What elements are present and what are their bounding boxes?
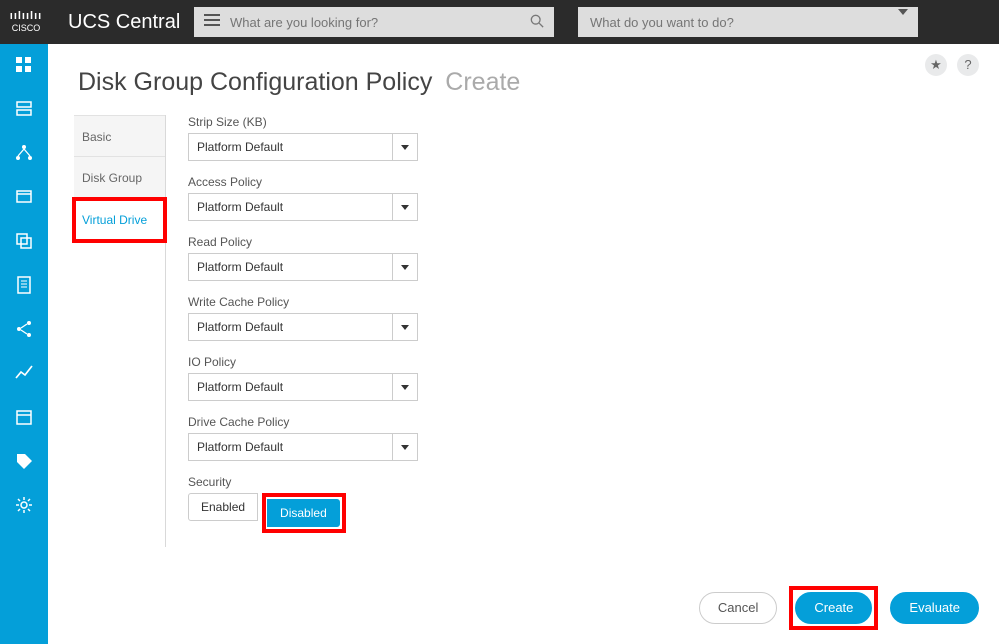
- select-drive-cache-value: Platform Default: [189, 434, 393, 460]
- side-tabs: Basic Disk Group Virtual Drive: [74, 115, 166, 547]
- select-write-cache[interactable]: Platform Default: [188, 313, 418, 341]
- page-title-text: Disk Group Configuration Policy: [78, 68, 432, 96]
- hamburger-icon[interactable]: [204, 13, 220, 31]
- topology-icon[interactable]: [15, 144, 33, 162]
- select-strip-size-value: Platform Default: [189, 134, 393, 160]
- chevron-down-icon: [393, 134, 417, 160]
- field-access-policy: Access Policy Platform Default: [188, 175, 418, 221]
- label-access-policy: Access Policy: [188, 175, 418, 189]
- select-access-value: Platform Default: [189, 194, 393, 220]
- toggle-security-disabled[interactable]: Disabled: [267, 499, 340, 527]
- app-name: UCS Central: [68, 11, 178, 34]
- select-drive-cache[interactable]: Platform Default: [188, 433, 418, 461]
- field-strip-size: Strip Size (KB) Platform Default: [188, 115, 418, 161]
- cisco-logo: ıılıılıı CISCO: [0, 11, 52, 33]
- field-write-cache-policy: Write Cache Policy Platform Default: [188, 295, 418, 341]
- footer-buttons: Cancel Create Evaluate: [699, 586, 979, 630]
- chevron-down-icon[interactable]: [898, 15, 908, 30]
- share-icon[interactable]: [15, 320, 33, 338]
- field-io-policy: IO Policy Platform Default: [188, 355, 418, 401]
- graph-icon[interactable]: [15, 364, 33, 382]
- field-security: Security Enabled Disabled: [188, 475, 418, 533]
- evaluate-button[interactable]: Evaluate: [890, 592, 979, 624]
- highlight-box: Create: [789, 586, 878, 630]
- field-drive-cache-policy: Drive Cache Policy Platform Default: [188, 415, 418, 461]
- dashboard-icon[interactable]: [15, 56, 33, 74]
- tab-basic[interactable]: Basic: [74, 115, 165, 157]
- doc-icon[interactable]: [15, 276, 33, 294]
- left-nav: [0, 44, 48, 644]
- label-drive-cache: Drive Cache Policy: [188, 415, 418, 429]
- window-icon[interactable]: [15, 188, 33, 206]
- create-button[interactable]: Create: [795, 592, 872, 624]
- action-search-input[interactable]: [588, 14, 890, 31]
- chevron-down-icon: [393, 434, 417, 460]
- select-write-cache-value: Platform Default: [189, 314, 393, 340]
- gear-icon[interactable]: [15, 496, 33, 514]
- cancel-button[interactable]: Cancel: [699, 592, 777, 624]
- page-title: Disk Group Configuration Policy Create: [78, 68, 973, 97]
- chevron-down-icon: [393, 194, 417, 220]
- select-strip-size[interactable]: Platform Default: [188, 133, 418, 161]
- select-read-value: Platform Default: [189, 254, 393, 280]
- action-search[interactable]: [578, 7, 918, 37]
- page-mode: Create: [445, 68, 520, 96]
- label-read-policy: Read Policy: [188, 235, 418, 249]
- select-io-policy[interactable]: Platform Default: [188, 373, 418, 401]
- label-io-policy: IO Policy: [188, 355, 418, 369]
- chevron-down-icon: [393, 374, 417, 400]
- calendar-icon[interactable]: [15, 408, 33, 426]
- chevron-down-icon: [393, 254, 417, 280]
- star-badge[interactable]: ★: [925, 54, 947, 76]
- select-access-policy[interactable]: Platform Default: [188, 193, 418, 221]
- tag-icon[interactable]: [15, 452, 33, 470]
- content-area: ★ ? Disk Group Configuration Policy Crea…: [48, 44, 999, 644]
- label-security: Security: [188, 475, 418, 489]
- fields-column: Strip Size (KB) Platform Default Access …: [188, 115, 418, 547]
- topbar: ıılıılıı CISCO UCS Central: [0, 0, 999, 44]
- global-search[interactable]: [194, 7, 554, 37]
- tab-disk-group[interactable]: Disk Group: [74, 157, 165, 199]
- select-read-policy[interactable]: Platform Default: [188, 253, 418, 281]
- server-icon[interactable]: [15, 100, 33, 118]
- chevron-down-icon: [393, 314, 417, 340]
- tab-virtual-drive[interactable]: Virtual Drive: [74, 199, 165, 241]
- global-search-input[interactable]: [228, 14, 522, 31]
- toggle-security-enabled[interactable]: Enabled: [188, 493, 258, 521]
- toggle-security: Enabled Disabled: [188, 493, 418, 533]
- search-icon[interactable]: [530, 14, 544, 31]
- select-io-value: Platform Default: [189, 374, 393, 400]
- clone-icon[interactable]: [15, 232, 33, 250]
- field-read-policy: Read Policy Platform Default: [188, 235, 418, 281]
- label-strip-size: Strip Size (KB): [188, 115, 418, 129]
- highlight-box: Disabled: [262, 493, 346, 533]
- help-badge[interactable]: ?: [957, 54, 979, 76]
- label-write-cache: Write Cache Policy: [188, 295, 418, 309]
